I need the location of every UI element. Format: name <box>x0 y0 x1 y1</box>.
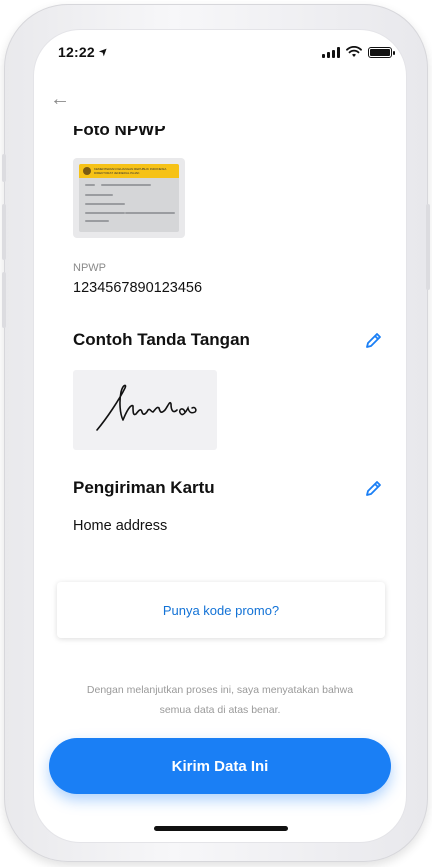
promo-code-label: Punya kode promo? <box>162 602 280 618</box>
phone-frame: 12:22 ➤ ← Foto NPWP KEMENTERIAN KEUANGAN… <box>2 4 430 862</box>
disclaimer-text: Dengan melanjutkan proses ini, saya meny… <box>64 680 376 720</box>
npwp-card: KEMENTERIAN KEUANGAN REPUBLIK INDONESIA … <box>79 164 179 232</box>
ministry-seal-icon <box>83 167 91 175</box>
battery-icon <box>368 46 395 58</box>
back-arrow-icon[interactable]: ← <box>50 88 70 111</box>
status-bar: 12:22 ➤ <box>34 44 406 66</box>
power-button <box>426 204 430 290</box>
signature-image[interactable] <box>73 370 217 450</box>
npwp-value: 1234567890123456 <box>73 280 203 296</box>
signature-title: Contoh Tanda Tangan <box>73 330 250 349</box>
volume-down-button <box>2 272 6 328</box>
volume-up-button <box>2 204 6 260</box>
location-arrow-icon: ➤ <box>96 44 112 60</box>
home-indicator[interactable] <box>154 826 288 831</box>
npwp-card-header: KEMENTERIAN KEUANGAN REPUBLIK INDONESIA … <box>79 164 179 178</box>
screen: 12:22 ➤ ← Foto NPWP KEMENTERIAN KEUANGAN… <box>34 30 406 842</box>
npwp-card-image[interactable]: KEMENTERIAN KEUANGAN REPUBLIK INDONESIA … <box>73 158 185 238</box>
edit-signature-pencil-icon[interactable] <box>364 330 384 350</box>
foto-npwp-title: Foto NPWP <box>73 120 166 139</box>
signature-scribble <box>96 384 197 431</box>
wifi-icon <box>346 46 362 57</box>
submit-button[interactable]: Kirim Data Ini <box>49 738 391 794</box>
signal-icon <box>322 46 340 58</box>
npwp-label: NPWP <box>73 262 106 274</box>
edit-delivery-pencil-icon[interactable] <box>364 478 384 498</box>
status-time: 12:22 <box>58 44 95 60</box>
delivery-title: Pengiriman Kartu <box>73 478 215 497</box>
submit-label: Kirim Data Ini <box>171 757 269 775</box>
disclaimer-line1: Dengan melanjutkan proses ini, saya meny… <box>86 684 354 696</box>
mute-switch <box>2 154 6 182</box>
promo-code-button[interactable]: Punya kode promo? <box>57 582 385 638</box>
delivery-value: Home address <box>73 518 168 534</box>
disclaimer-line2: semua data di atas benar. <box>159 704 281 716</box>
status-icons <box>322 46 395 58</box>
npwp-header-line2: DIREKTORAT JENDERAL PAJAK <box>94 171 140 175</box>
